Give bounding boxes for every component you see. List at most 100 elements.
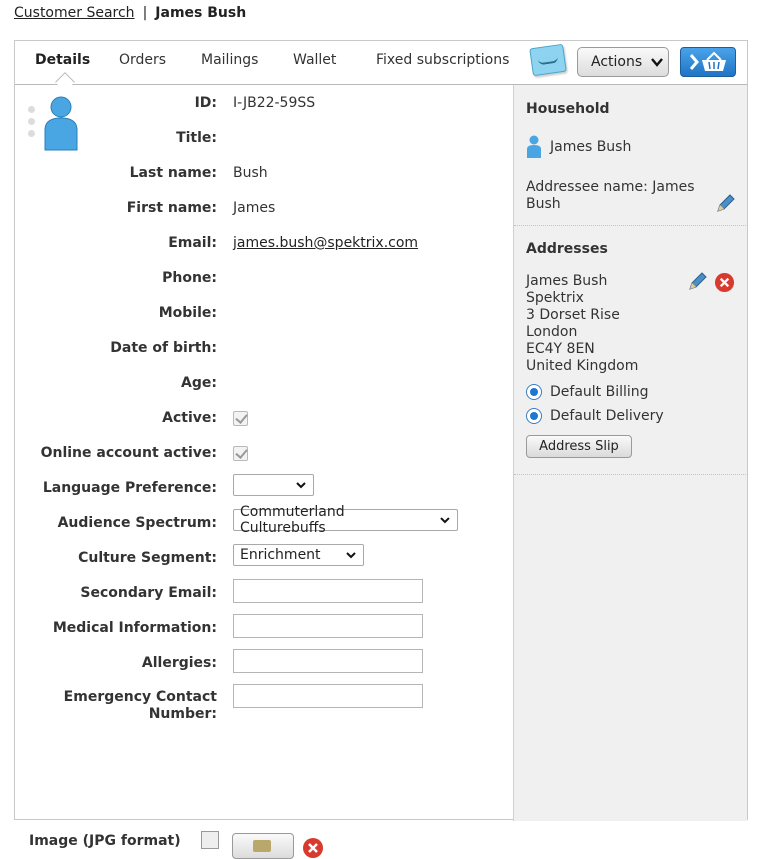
address-line: EC4Y 8EN	[526, 341, 595, 357]
online-active-label: Online account active:	[40, 445, 217, 461]
address-line: James Bush	[526, 273, 608, 289]
sticky-note-icon[interactable]	[529, 43, 567, 77]
culture-row: Culture Segment: Enrichment	[15, 544, 513, 568]
last-name-label: Last name:	[129, 165, 217, 181]
delete-icon[interactable]	[302, 837, 324, 859]
medical-row: Medical Information:	[15, 614, 513, 638]
sidebar-divider	[514, 474, 748, 475]
online-active-checkbox[interactable]	[233, 446, 248, 461]
household-member-name: James Bush	[550, 139, 632, 155]
tab-bar: Details Orders Mailings Wallet Fixed sub…	[15, 41, 747, 92]
emergency-row: Emergency Contact Number:	[15, 684, 513, 724]
secondary-email-label: Secondary Email:	[80, 585, 217, 601]
email-row: Email: james.bush@spektrix.com	[15, 231, 513, 255]
active-label: Active:	[162, 410, 217, 426]
email-link[interactable]: james.bush@spektrix.com	[233, 235, 418, 251]
dob-row: Date of birth:	[15, 336, 513, 360]
default-billing-option[interactable]: Default Billing	[526, 384, 649, 400]
mobile-row: Mobile:	[15, 301, 513, 325]
tab-mailings[interactable]: Mailings	[201, 52, 258, 68]
delete-address-icon[interactable]	[714, 272, 735, 293]
chevron-down-icon	[296, 482, 306, 489]
first-name-row: First name: James	[15, 196, 513, 220]
basket-icon	[689, 51, 726, 71]
culture-select[interactable]: Enrichment	[233, 544, 364, 566]
medical-label: Medical Information:	[52, 620, 217, 636]
medical-input[interactable]	[233, 614, 423, 638]
default-delivery-option[interactable]: Default Delivery	[526, 408, 664, 424]
title-row: Title:	[15, 126, 513, 150]
default-billing-radio[interactable]	[526, 384, 542, 400]
phone-label: Phone:	[162, 270, 217, 286]
secondary-email-input[interactable]	[233, 579, 423, 603]
age-label: Age:	[181, 375, 217, 391]
emergency-label-line1: Emergency Contact	[63, 689, 217, 705]
actions-button[interactable]: Actions	[577, 47, 669, 77]
address-line: Spektrix	[526, 290, 584, 306]
language-select[interactable]	[233, 474, 314, 496]
breadcrumb-separator: |	[142, 5, 148, 21]
default-billing-label: Default Billing	[550, 384, 649, 400]
address-line: 3 Dorset Rise	[526, 307, 620, 323]
breadcrumb-customer-search-link[interactable]: Customer Search	[14, 5, 135, 21]
chevron-down-icon	[440, 517, 450, 524]
culture-label: Culture Segment:	[78, 550, 217, 566]
allergies-row: Allergies:	[15, 649, 513, 673]
secondary-email-row: Secondary Email:	[15, 579, 513, 603]
last-name-value: Bush	[233, 165, 268, 181]
audience-label: Audience Spectrum:	[57, 515, 217, 531]
addressee-name: Addressee name: James Bush	[526, 179, 695, 212]
pencil-edit-icon[interactable]	[714, 193, 736, 215]
customer-panel: Details Orders Mailings Wallet Fixed sub…	[14, 40, 748, 859]
active-row: Active:	[15, 406, 513, 430]
allergies-label: Allergies:	[141, 655, 217, 671]
tab-fixed-subscriptions[interactable]: Fixed subscriptions	[376, 52, 509, 68]
tab-orders[interactable]: Orders	[119, 52, 166, 68]
audience-select[interactable]: Commuterland Culturebuffs	[233, 504, 458, 536]
person-icon	[527, 135, 541, 158]
default-delivery-label: Default Delivery	[550, 408, 664, 424]
language-row: Language Preference:	[15, 474, 513, 498]
household-title: Household	[526, 101, 610, 117]
household-member[interactable]: James Bush	[526, 135, 631, 159]
age-row: Age:	[15, 371, 513, 395]
basket-button[interactable]	[680, 47, 736, 77]
address-slip-button[interactable]: Address Slip	[526, 435, 632, 458]
first-name-value: James	[233, 200, 276, 216]
address-line: United Kingdom	[526, 358, 639, 374]
email-label: Email:	[168, 235, 217, 251]
image-placeholder-icon	[201, 831, 219, 849]
phone-row: Phone:	[15, 266, 513, 290]
address-block: James Bush Spektrix 3 Dorset Rise London…	[526, 273, 638, 375]
chevron-down-icon	[346, 552, 356, 559]
image-upload-button[interactable]	[232, 833, 294, 859]
sidebar-divider	[514, 225, 748, 226]
dob-label: Date of birth:	[110, 340, 217, 356]
breadcrumb: Customer Search | James Bush	[14, 5, 246, 21]
emergency-label: Emergency Contact Number:	[17, 689, 217, 723]
default-delivery-radio[interactable]	[526, 408, 542, 424]
active-checkbox[interactable]	[233, 411, 248, 426]
addresses-title: Addresses	[526, 241, 608, 257]
emergency-input[interactable]	[233, 684, 423, 708]
id-row: ID: I-JB22-59SS	[15, 91, 513, 115]
pencil-edit-icon[interactable]	[686, 271, 708, 293]
chevron-down-icon	[651, 58, 664, 67]
address-line: London	[526, 324, 578, 340]
image-row: Image (JPG format)	[15, 829, 513, 859]
id-label: ID:	[194, 95, 217, 111]
mobile-label: Mobile:	[158, 305, 217, 321]
id-value: I-JB22-59SS	[233, 95, 316, 111]
tab-details[interactable]: Details	[35, 52, 90, 68]
title-label: Title:	[176, 130, 217, 146]
allergies-input[interactable]	[233, 649, 423, 673]
sidebar: Household James Bush Addressee name: Jam…	[513, 85, 748, 821]
breadcrumb-current: James Bush	[155, 5, 247, 21]
tab-wallet[interactable]: Wallet	[293, 52, 336, 68]
audience-select-value: Commuterland Culturebuffs	[240, 504, 345, 536]
culture-select-value: Enrichment	[240, 547, 321, 563]
last-name-row: Last name: Bush	[15, 161, 513, 185]
language-label: Language Preference:	[42, 480, 217, 496]
details-form: ID: I-JB22-59SS Title: Last name: Bush F…	[15, 85, 513, 859]
actions-label: Actions	[591, 54, 643, 70]
